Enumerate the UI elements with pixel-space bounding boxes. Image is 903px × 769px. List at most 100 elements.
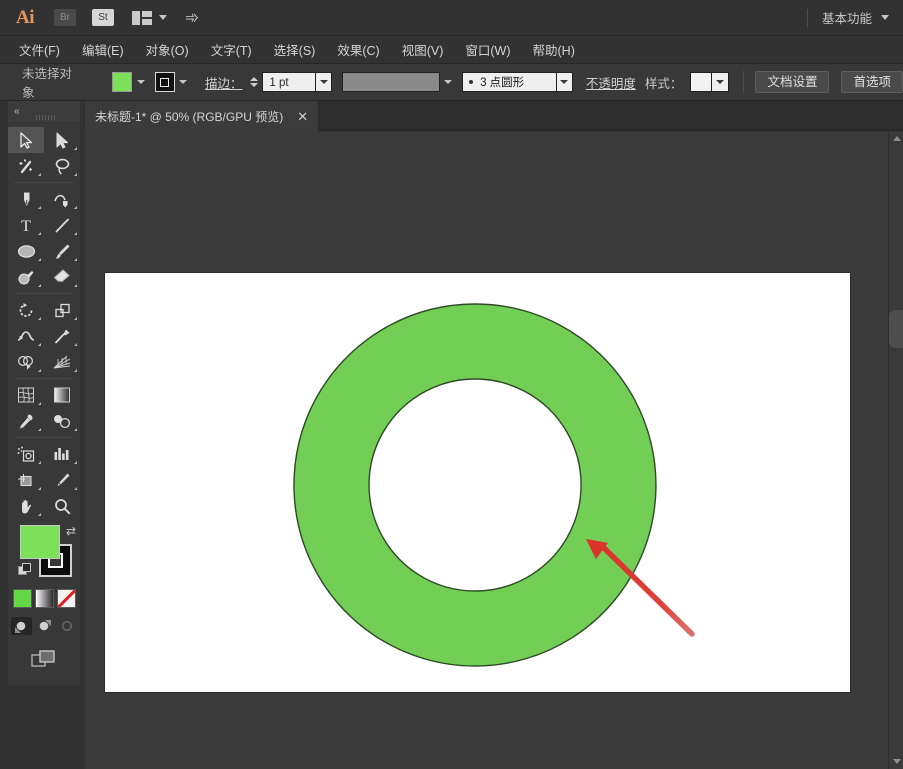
selection-tool[interactable] xyxy=(8,127,44,153)
free-transform-tool[interactable] xyxy=(44,323,80,349)
tool-flyout-indicator xyxy=(38,513,41,516)
tool-flyout-indicator xyxy=(38,232,41,235)
workspace-chevron-down-icon[interactable] xyxy=(881,15,889,20)
preferences-button[interactable]: 首选项 xyxy=(841,71,903,93)
pen-tool[interactable] xyxy=(8,186,44,212)
draw-behind-button[interactable] xyxy=(34,617,55,635)
scale-tool[interactable] xyxy=(44,297,80,323)
double-chevron-left-icon[interactable]: « xyxy=(14,106,19,117)
chevron-down-icon[interactable] xyxy=(159,15,167,20)
style-label: 样式： xyxy=(645,73,683,92)
selection-status-label: 未选择对象 xyxy=(22,64,78,101)
tool-flyout-indicator xyxy=(74,487,77,490)
chevron-down-icon[interactable] xyxy=(889,754,903,769)
ellipse-tool[interactable] xyxy=(8,238,44,264)
panel-expand-handle[interactable] xyxy=(889,310,903,348)
symbol-sprayer-tool[interactable] xyxy=(8,441,44,467)
canvas-area[interactable] xyxy=(85,131,903,769)
menu-help[interactable]: 帮助(H) xyxy=(524,37,584,62)
menu-type[interactable]: 文字(T) xyxy=(202,37,261,62)
rotate-tool[interactable] xyxy=(8,297,44,323)
rocket-icon[interactable]: ➾ xyxy=(185,9,199,26)
change-screen-mode-icon[interactable] xyxy=(8,649,80,669)
direct-selection-tool[interactable] xyxy=(44,127,80,153)
tool-grid: T xyxy=(8,123,80,519)
stroke-weight-label[interactable]: 描边： xyxy=(205,73,243,92)
menu-window[interactable]: 窗口(W) xyxy=(456,37,519,62)
magic-wand-tool[interactable] xyxy=(8,153,44,179)
app-logo-icon: Ai xyxy=(12,6,38,30)
lasso-tool[interactable] xyxy=(44,153,80,179)
width-tool[interactable] xyxy=(8,323,44,349)
paintbrush-tool[interactable] xyxy=(44,238,80,264)
type-tool[interactable]: T xyxy=(8,212,44,238)
stock-chip[interactable]: St xyxy=(92,9,114,26)
draw-inside-button[interactable] xyxy=(57,617,78,635)
brush-definition-select[interactable]: 3 点圆形 xyxy=(462,72,556,92)
column-graph-tool[interactable] xyxy=(44,441,80,467)
gradient-tool[interactable] xyxy=(44,382,80,408)
color-mode-buttons xyxy=(8,589,80,608)
menu-select[interactable]: 选择(S) xyxy=(265,37,325,62)
perspective-grid-tool[interactable] xyxy=(44,349,80,375)
stroke-color-swatch[interactable] xyxy=(155,72,175,92)
tool-flyout-indicator xyxy=(38,206,41,209)
mesh-tool[interactable] xyxy=(8,382,44,408)
tool-flyout-indicator xyxy=(38,402,41,405)
zoom-tool[interactable] xyxy=(44,493,80,519)
default-fill-stroke-icon[interactable] xyxy=(18,563,32,577)
graphic-style-dropdown[interactable] xyxy=(712,72,728,92)
width-profile-dropdown[interactable] xyxy=(440,72,456,92)
hand-tool[interactable] xyxy=(8,493,44,519)
document-setup-button[interactable]: 文档设置 xyxy=(755,71,829,93)
curvature-tool[interactable] xyxy=(44,186,80,212)
stroke-weight-dropdown[interactable] xyxy=(316,72,332,92)
bridge-chip[interactable]: Br xyxy=(54,9,76,26)
tool-flyout-indicator xyxy=(38,284,41,287)
slice-tool[interactable] xyxy=(44,467,80,493)
menu-object[interactable]: 对象(O) xyxy=(137,37,198,62)
menu-file[interactable]: 文件(F) xyxy=(10,37,69,62)
close-icon[interactable]: ✕ xyxy=(297,110,308,123)
brush-definition-dropdown[interactable] xyxy=(557,72,573,92)
stroke-weight-input[interactable]: 1 pt xyxy=(262,72,316,92)
chevron-up-icon[interactable] xyxy=(889,131,903,146)
stroke-weight-stepper[interactable] xyxy=(250,72,260,92)
menu-view[interactable]: 视图(V) xyxy=(393,37,453,62)
donut-shape[interactable] xyxy=(215,295,735,675)
artboard[interactable] xyxy=(105,273,850,692)
gradient-mode-button[interactable] xyxy=(35,589,54,608)
document-tab[interactable]: 未标题-1* @ 50% (RGB/GPU 预览) ✕ xyxy=(85,101,319,131)
tool-flyout-indicator xyxy=(38,317,41,320)
width-profile-swatch[interactable] xyxy=(342,72,440,92)
graphic-style-swatch[interactable] xyxy=(690,72,712,92)
tool-flyout-indicator xyxy=(74,232,77,235)
draw-normal-button[interactable] xyxy=(11,617,32,635)
eraser-tool[interactable] xyxy=(44,264,80,290)
blob-brush-tool[interactable] xyxy=(8,264,44,290)
blend-tool[interactable] xyxy=(44,408,80,434)
grid-layout-icon[interactable] xyxy=(132,11,152,25)
none-mode-button[interactable] xyxy=(57,589,76,608)
stroke-color-dropdown[interactable] xyxy=(176,72,191,92)
fill-color-swatch[interactable] xyxy=(112,72,132,92)
workspace-switcher-label[interactable]: 基本功能 xyxy=(822,8,872,27)
color-mode-button[interactable] xyxy=(13,589,32,608)
tool-flyout-indicator xyxy=(74,428,77,431)
line-segment-tool[interactable] xyxy=(44,212,80,238)
eyedropper-tool[interactable] xyxy=(8,408,44,434)
shape-builder-tool[interactable] xyxy=(8,349,44,375)
menu-effect[interactable]: 效果(C) xyxy=(328,37,388,62)
menu-edit[interactable]: 编辑(E) xyxy=(73,37,133,62)
fill-color-dropdown[interactable] xyxy=(133,72,148,92)
swap-fill-stroke-icon[interactable]: ⇄ xyxy=(66,524,76,538)
vertical-scrollbar[interactable] xyxy=(888,131,903,769)
fill-swatch-large[interactable] xyxy=(20,525,60,559)
tool-flyout-indicator xyxy=(38,461,41,464)
tool-flyout-indicator xyxy=(74,343,77,346)
artboard-tool[interactable] xyxy=(8,467,44,493)
panel-grip[interactable] xyxy=(36,115,56,120)
divider xyxy=(14,378,74,379)
tool-flyout-indicator xyxy=(74,369,77,372)
opacity-label[interactable]: 不透明度 xyxy=(586,73,636,92)
